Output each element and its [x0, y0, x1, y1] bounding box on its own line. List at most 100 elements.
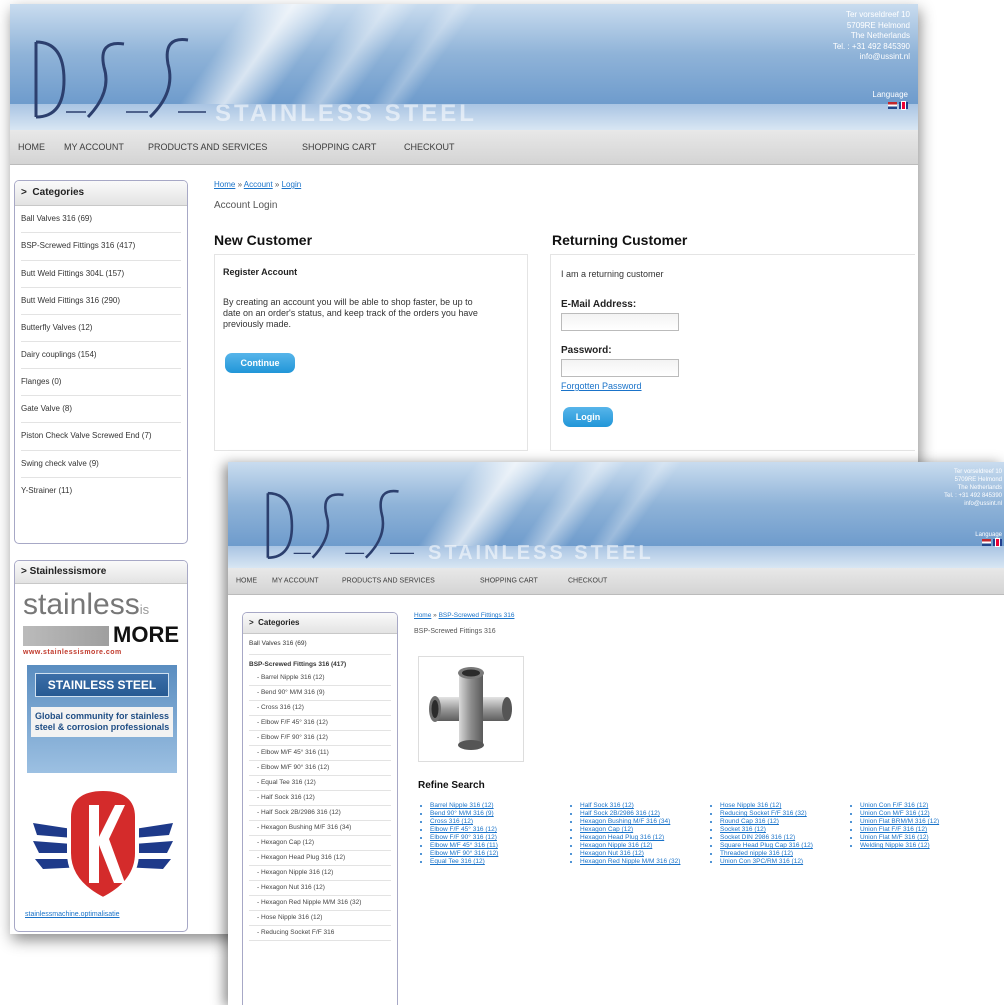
category-swing-check-valve[interactable]: Swing check valve (9)	[21, 451, 181, 478]
email-input[interactable]	[561, 313, 679, 331]
category-ball-valves[interactable]: Ball Valves 316 (69)	[21, 206, 181, 233]
login-button[interactable]: Login	[563, 407, 613, 427]
stainless-steel-banner[interactable]: STAINLESS STEEL Global community for sta…	[27, 665, 177, 773]
refine-link[interactable]: Union Con M/F 316 (12)	[860, 810, 930, 817]
refine-link[interactable]: Square Head Plug Cap 316 (12)	[720, 842, 813, 849]
subcategory-item[interactable]: - Half Sock 2B/2986 316 (12)	[249, 806, 391, 821]
nav-checkout[interactable]: CHECKOUT	[404, 142, 455, 152]
company-logo[interactable]	[28, 22, 213, 122]
refine-link[interactable]: Hose Nipple 316 (12)	[720, 802, 781, 809]
category-bsp-screwed-fittings[interactable]: BSP-Screwed Fittings 316 (417)	[21, 233, 181, 261]
category-product-image[interactable]	[418, 656, 524, 762]
breadcrumb-home[interactable]: Home	[214, 180, 235, 189]
subcategory-item[interactable]: - Half Sock 316 (12)	[249, 791, 391, 806]
breadcrumb: Home » BSP-Screwed Fittings 316	[414, 612, 515, 619]
refine-link[interactable]: Cross 316 (12)	[430, 818, 473, 825]
stainlessismore-footer-link[interactable]: stainlessmachine.optimalisatie	[25, 911, 120, 918]
subcategory-item[interactable]: - Hexagon Nipple 316 (12)	[249, 866, 391, 881]
category-ball-valves[interactable]: Ball Valves 316 (69)	[249, 634, 391, 655]
refine-link[interactable]: Union Con F/F 316 (12)	[860, 802, 928, 809]
refine-list-item: Elbow M/F 90° 316 (12)	[430, 850, 570, 858]
breadcrumb-login[interactable]: Login	[282, 180, 302, 189]
refine-link[interactable]: Half Sock 316 (12)	[580, 802, 634, 809]
category-bsp-screwed-fittings-active[interactable]: BSP-Screwed Fittings 316 (417)	[249, 655, 391, 671]
continue-button[interactable]: Continue	[225, 353, 295, 373]
refine-link[interactable]: Socket 316 (12)	[720, 826, 766, 833]
category-gate-valve[interactable]: Gate Valve (8)	[21, 396, 181, 423]
subcategory-item[interactable]: - Hexagon Nut 316 (12)	[249, 881, 391, 896]
breadcrumb-home[interactable]: Home	[414, 612, 431, 619]
refine-link[interactable]: Barrel Nipple 316 (12)	[430, 802, 494, 809]
subcategory-item[interactable]: - Reducing Socket F/F 316	[249, 926, 391, 941]
refine-link[interactable]: Round Cap 316 (12)	[720, 818, 779, 825]
refine-link[interactable]: Union Flat BRM/M 316 (12)	[860, 818, 939, 825]
nav-my-account[interactable]: MY ACCOUNT	[272, 578, 319, 585]
category-flanges[interactable]: Flanges (0)	[21, 369, 181, 396]
refine-link[interactable]: Union Flat M/F 316 (12)	[860, 834, 929, 841]
address-line: The Netherlands	[850, 31, 910, 40]
nav-home[interactable]: HOME	[18, 142, 45, 152]
subcategory-item[interactable]: - Hose Nipple 316 (12)	[249, 911, 391, 926]
refine-link[interactable]: Hexagon Head Plug 316 (12)	[580, 834, 664, 841]
breadcrumb: Home » Account » Login	[214, 180, 302, 189]
refine-link[interactable]: Hexagon Nipple 316 (12)	[580, 842, 652, 849]
refine-link[interactable]: Elbow M/F 45° 316 (11)	[430, 842, 498, 849]
nav-checkout[interactable]: CHECKOUT	[568, 578, 607, 585]
category-piston-check-valve[interactable]: Piston Check Valve Screwed End (7)	[21, 423, 181, 451]
subcategory-item[interactable]: - Elbow F/F 45° 316 (12)	[249, 716, 391, 731]
subcategory-item[interactable]: - Hexagon Red Nipple M/M 316 (32)	[249, 896, 391, 911]
refine-link[interactable]: Hexagon Cap (12)	[580, 826, 633, 833]
refine-link[interactable]: Union Flat F/F 316 (12)	[860, 826, 927, 833]
pipe-cross-fitting-icon	[429, 667, 512, 750]
refine-link[interactable]: Bend 90° M/M 316 (9)	[430, 810, 494, 817]
nav-my-account[interactable]: MY ACCOUNT	[64, 142, 124, 152]
shield-k-logo-icon[interactable]	[25, 783, 181, 903]
uk-flag-icon[interactable]	[899, 102, 908, 110]
logo-word-is: is	[139, 602, 150, 617]
refine-link[interactable]: Hexagon Bushing M/F 316 (34)	[580, 818, 670, 825]
breadcrumb-account[interactable]: Account	[244, 180, 273, 189]
netherlands-flag-icon[interactable]	[982, 539, 991, 546]
refine-link[interactable]: Elbow F/F 45° 316 (12)	[430, 826, 497, 833]
subcategory-item[interactable]: - Elbow F/F 90° 316 (12)	[249, 731, 391, 746]
refine-link[interactable]: Equal Tee 316 (12)	[430, 858, 485, 865]
breadcrumb-bsp-screwed-fittings[interactable]: BSP-Screwed Fittings 316	[439, 612, 515, 619]
refine-link[interactable]: Hexagon Red Nipple M/M 316 (32)	[580, 858, 680, 865]
company-logo[interactable]	[258, 476, 423, 562]
refine-link[interactable]: Elbow F/F 90° 316 (12)	[430, 834, 497, 841]
refine-link[interactable]: Union Con 3PC/RM 316 (12)	[720, 858, 803, 865]
subcategory-item[interactable]: - Hexagon Bushing M/F 316 (34)	[249, 821, 391, 836]
stainlessismore-logo[interactable]: stainlessis MORE www.stainlessismore.com	[23, 589, 179, 656]
password-input[interactable]	[561, 359, 679, 377]
refine-link[interactable]: Reducing Socket F/F 316 (32)	[720, 810, 807, 817]
refine-link[interactable]: Socket DIN 2986 316 (12)	[720, 834, 795, 841]
subcategory-item[interactable]: - Equal Tee 316 (12)	[249, 776, 391, 791]
category-y-strainer[interactable]: Y-Strainer (11)	[21, 478, 181, 504]
refine-link[interactable]: Half Sock 2B/2986 316 (12)	[580, 810, 660, 817]
refine-link[interactable]: Threaded nipple 316 (12)	[720, 850, 793, 857]
subcategory-item[interactable]: - Bend 90° M/M 316 (9)	[249, 686, 391, 701]
nav-products-and-services[interactable]: PRODUCTS AND SERVICES	[148, 142, 267, 152]
refine-list-item: Hexagon Bushing M/F 316 (34)	[580, 818, 700, 826]
subcategory-item[interactable]: - Hexagon Head Plug 316 (12)	[249, 851, 391, 866]
netherlands-flag-icon[interactable]	[888, 102, 897, 110]
nav-shopping-cart[interactable]: SHOPPING CART	[302, 142, 376, 152]
refine-link[interactable]: Elbow M/F 90° 316 (12)	[430, 850, 498, 857]
nav-shopping-cart[interactable]: SHOPPING CART	[480, 578, 538, 585]
subcategory-item[interactable]: - Hexagon Cap (12)	[249, 836, 391, 851]
refine-link[interactable]: Welding Nipple 316 (12)	[860, 842, 930, 849]
subcategory-item[interactable]: - Elbow M/F 90° 316 (12)	[249, 761, 391, 776]
category-dairy-couplings[interactable]: Dairy couplings (154)	[21, 342, 181, 369]
category-butt-weld-316[interactable]: Butt Weld Fittings 316 (290)	[21, 288, 181, 315]
refine-list-item: Half Sock 316 (12)	[580, 802, 700, 810]
category-butt-weld-304l[interactable]: Butt Weld Fittings 304L (157)	[21, 261, 181, 288]
uk-flag-icon[interactable]	[993, 539, 1002, 546]
nav-home[interactable]: HOME	[236, 578, 257, 585]
forgotten-password-link[interactable]: Forgotten Password	[561, 381, 642, 391]
refine-link[interactable]: Hexagon Nut 316 (12)	[580, 850, 644, 857]
category-butterfly-valves[interactable]: Butterfly Valves (12)	[21, 315, 181, 342]
subcategory-item[interactable]: - Cross 316 (12)	[249, 701, 391, 716]
subcategory-item[interactable]: - Barrel Nipple 316 (12)	[249, 671, 391, 686]
subcategory-item[interactable]: - Elbow M/F 45° 316 (11)	[249, 746, 391, 761]
nav-products-and-services[interactable]: PRODUCTS AND SERVICES	[342, 578, 435, 585]
